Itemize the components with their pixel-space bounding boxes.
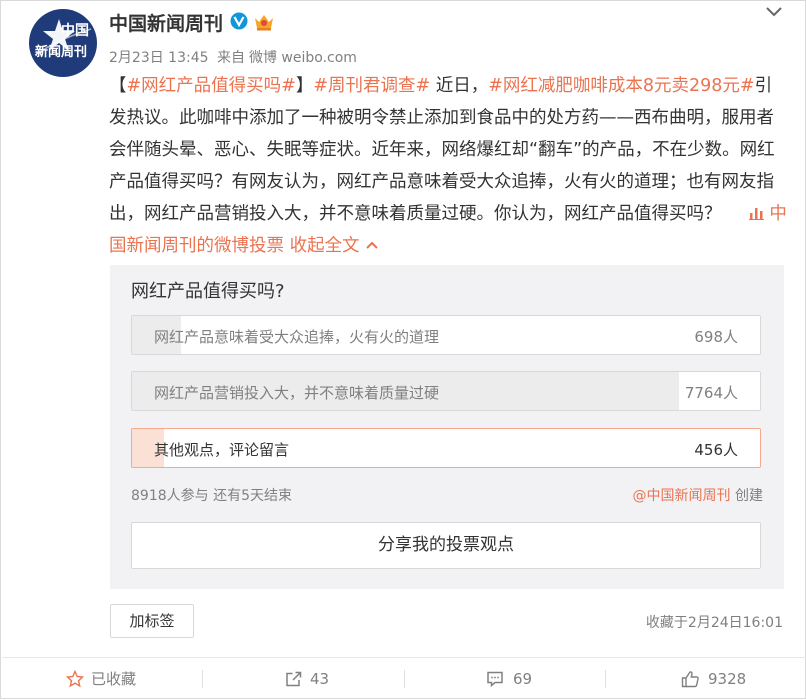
collapse-label: 收起全文 xyxy=(289,236,360,256)
post-text: 近日， xyxy=(430,76,489,96)
like-count: 9328 xyxy=(708,670,747,688)
poll-option-count: 456人 xyxy=(694,441,738,459)
add-tag-button[interactable]: 加标签 xyxy=(110,604,194,638)
like-button[interactable]: 9328 xyxy=(681,658,771,700)
post-meta: 2月23日 13:45 来自 微博 weibo.com xyxy=(109,47,361,67)
share-arrow-icon xyxy=(286,671,302,687)
divider xyxy=(202,670,203,688)
repost-button[interactable]: 43 xyxy=(285,658,365,700)
poll-option-count: 7764人 xyxy=(684,384,738,402)
comment-button[interactable]: 69 xyxy=(486,658,566,700)
creator-suffix: 创建 xyxy=(735,488,763,504)
hashtag-link[interactable]: #网红产品值得买吗# xyxy=(127,76,296,96)
star-logo-icon xyxy=(34,19,92,56)
poll-option-label: 其他观点，评论留言 xyxy=(154,441,290,459)
poll-creator: @中国新闻周刊 创建 xyxy=(633,485,763,505)
poll-question: 网红产品值得买吗? xyxy=(131,281,285,302)
chevron-down-icon[interactable] xyxy=(765,5,783,19)
avatar-text-line2: 新闻周刊 xyxy=(35,45,88,60)
vote-card: 网红产品值得买吗? 网红产品意味着受大众追捧，火有火的道理 698人 网红产品营… xyxy=(110,265,784,589)
comment-icon xyxy=(487,671,503,688)
source-prefix: 来自 xyxy=(216,50,245,66)
hashtag-link[interactable]: #网红减肥咖啡成本8元卖298元# xyxy=(488,76,754,96)
bracket-close: 】 xyxy=(295,76,314,96)
divider xyxy=(404,670,405,688)
chevron-up-icon xyxy=(366,241,378,249)
favorite-label: 已收藏 xyxy=(91,670,137,688)
poll-option-label: 网红产品意味着受大众追捧，火有火的道理 xyxy=(154,328,440,346)
author-name[interactable]: 中国新闻周刊 xyxy=(109,9,223,36)
avatar-text-line1: 中国 xyxy=(61,23,89,39)
comment-count: 69 xyxy=(513,670,533,688)
share-vote-button[interactable]: 分享我的投票观点 xyxy=(131,522,761,569)
collapse-link[interactable]: 收起全文 xyxy=(290,236,380,256)
post-source[interactable]: 微博 weibo.com xyxy=(249,50,357,66)
bracket-open: 【 xyxy=(109,76,127,96)
poll-option[interactable]: 网红产品意味着受大众追捧，火有火的道理 698人 xyxy=(131,315,761,355)
avatar[interactable]: 中国 新闻周刊 xyxy=(29,9,97,77)
post-date[interactable]: 2月23日 13:45 xyxy=(109,50,209,66)
crown-icon[interactable] xyxy=(253,12,275,32)
creator-link[interactable]: @中国新闻周刊 xyxy=(633,488,731,504)
post-text: 引发热议。此咖啡中添加了一种被明令禁止添加到食品中的处方药——西布曲明，服用者会… xyxy=(109,76,775,224)
action-bar: 已收藏 43 69 9328 xyxy=(2,657,806,700)
divider xyxy=(605,670,606,688)
poll-option-label: 网红产品营销投入大，并不意味着质量过硬 xyxy=(154,384,440,402)
repost-count: 43 xyxy=(310,670,330,688)
post-content: 【#网红产品值得买吗#】#周刊君调查# 近日，#网红减肥咖啡成本8元卖298元#… xyxy=(109,70,789,262)
hashtag-link[interactable]: #周刊君调查# xyxy=(313,76,430,96)
verified-v-icon xyxy=(230,12,248,30)
vote-chart-icon xyxy=(749,208,765,220)
favorite-button[interactable]: 已收藏 xyxy=(66,658,176,700)
favorite-time: 收藏于2月24日16:01 xyxy=(645,615,783,631)
poll-option-count: 698人 xyxy=(694,328,738,346)
poll-option-selected[interactable]: 其他观点，评论留言 456人 xyxy=(131,428,761,468)
poll-option[interactable]: 网红产品营销投入大，并不意味着质量过硬 7764人 xyxy=(131,371,761,411)
star-icon xyxy=(66,670,84,688)
thumbs-up-icon xyxy=(681,671,699,688)
poll-stats: 8918人参与 还有5天结束 xyxy=(131,488,292,504)
weibo-post-card: 中国 新闻周刊 中国新闻周刊 2月23日 13:45 来自 微博 weibo.co… xyxy=(0,0,806,699)
